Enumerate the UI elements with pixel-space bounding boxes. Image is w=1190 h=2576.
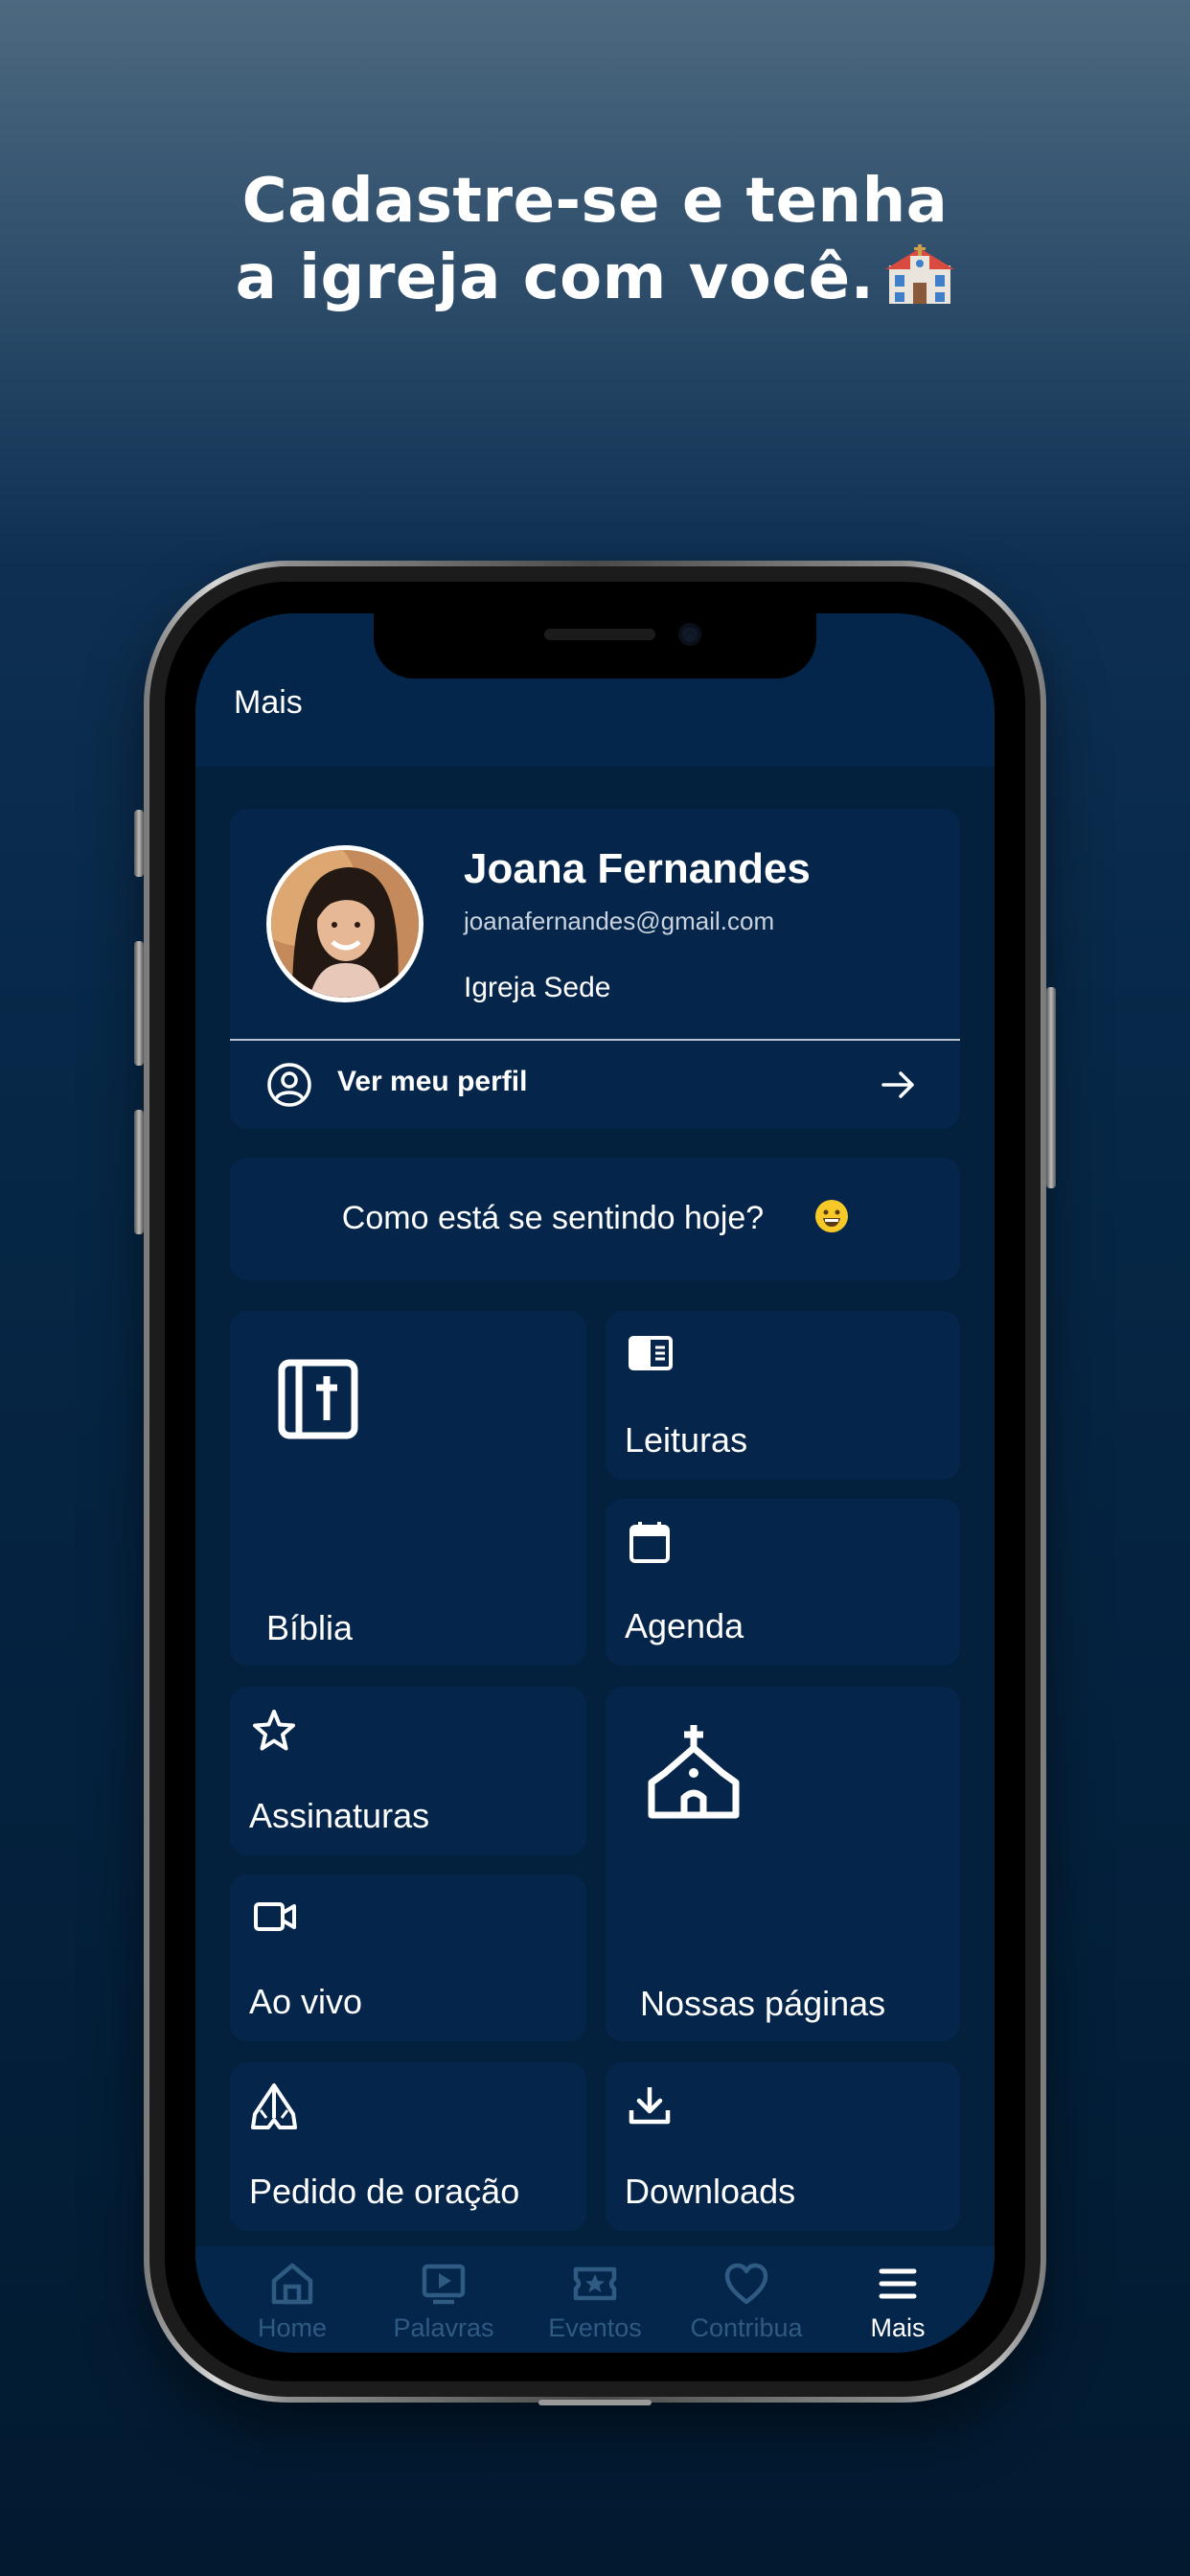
arrow-right-icon	[881, 1071, 914, 1098]
tab-palavras[interactable]: Palavras	[368, 2246, 519, 2353]
tv-play-icon	[422, 2264, 466, 2305]
heart-icon	[724, 2263, 768, 2305]
headline-line-2-wrap: a igreja com você.	[0, 240, 1190, 316]
calendar-icon	[629, 1522, 670, 1563]
phone-volume-down	[134, 1110, 144, 1234]
tab-eventos-label: Eventos	[548, 2313, 642, 2342]
tile-agenda-label: Agenda	[625, 1606, 744, 1645]
view-profile-label: Ver meu perfil	[337, 1066, 528, 1097]
tab-contribua-label: Contribua	[690, 2313, 803, 2342]
book-open-icon	[629, 1336, 673, 1370]
mood-prompt-wrap: Como está se sentindo hoje?	[230, 1200, 960, 1237]
smiley-emoji-icon	[815, 1200, 849, 1233]
home-icon	[271, 2263, 313, 2305]
tab-home[interactable]: Home	[217, 2246, 368, 2353]
view-profile-button[interactable]: Ver meu perfil	[230, 1041, 960, 1129]
avatar-portrait	[271, 850, 419, 998]
phone-volume-up	[134, 941, 144, 1066]
tab-eventos[interactable]: Eventos	[519, 2246, 671, 2353]
marketing-headline: Cadastre-se e tenha a igreja com você.	[0, 163, 1190, 316]
profile-email: joanafernandes@gmail.com	[464, 907, 775, 935]
page-title: Mais	[234, 684, 303, 721]
tile-leituras-label: Leituras	[625, 1420, 748, 1460]
profile-card: Joana Fernandes joanafernandes@gmail.com…	[230, 809, 960, 1129]
download-icon	[629, 2087, 671, 2125]
tile-pedido-oracao[interactable]: Pedido de oração	[230, 2062, 586, 2231]
tab-home-label: Home	[257, 2313, 328, 2342]
tile-ao-vivo-label: Ao vivo	[249, 1982, 363, 2021]
video-camera-icon	[254, 1902, 296, 1931]
tile-biblia-label: Bíblia	[266, 1608, 354, 1647]
tab-palavras-label: Palavras	[393, 2313, 494, 2342]
star-icon	[253, 1710, 295, 1751]
bible-icon	[278, 1359, 358, 1439]
mood-prompt: Como está se sentindo hoje?	[341, 1200, 765, 1236]
home-indicator	[538, 2400, 652, 2405]
profile-name: Joana Fernandes	[464, 845, 811, 892]
tile-downloads[interactable]: Downloads	[606, 2062, 960, 2231]
profile-church: Igreja Sede	[464, 972, 611, 1003]
tile-nossas-paginas-label: Nossas páginas	[640, 1984, 886, 2023]
tile-nossas-paginas[interactable]: Nossas páginas	[606, 1687, 960, 2041]
phone-power-button	[1046, 987, 1056, 1188]
menu-icon	[879, 2268, 917, 2299]
church-icon	[648, 1725, 740, 1819]
headline-line-2: a igreja com você.	[235, 242, 875, 313]
headline-line-1: Cadastre-se e tenha	[241, 166, 949, 237]
tile-ao-vivo[interactable]: Ao vivo	[230, 1874, 586, 2041]
tab-contribua[interactable]: Contribua	[671, 2246, 822, 2353]
avatar[interactable]	[266, 845, 423, 1002]
praying-hands-icon	[251, 2083, 297, 2129]
tile-downloads-label: Downloads	[625, 2172, 796, 2211]
front-camera	[678, 623, 701, 646]
tile-assinaturas[interactable]: Assinaturas	[230, 1687, 586, 1855]
app-screen: Mais Joana Fernandes joanafernandes@gmai…	[195, 613, 995, 2353]
bottom-tab-bar: Home Palavras Eventos Contribua Mais	[195, 2246, 995, 2353]
tile-agenda[interactable]: Agenda	[606, 1499, 960, 1666]
tile-assinaturas-label: Assinaturas	[249, 1796, 430, 1835]
tile-biblia[interactable]: Bíblia	[230, 1311, 586, 1666]
mood-card[interactable]: Como está se sentindo hoje?	[230, 1158, 960, 1280]
tab-mais[interactable]: Mais	[822, 2246, 973, 2353]
tile-pedido-oracao-label: Pedido de oração	[249, 2172, 520, 2211]
phone-notch	[374, 613, 816, 678]
tile-leituras[interactable]: Leituras	[606, 1311, 960, 1480]
church-emoji-icon	[885, 244, 955, 305]
ticket-star-icon	[573, 2266, 617, 2301]
tab-mais-label: Mais	[870, 2313, 926, 2342]
phone-mute-switch	[134, 810, 144, 877]
speaker-grille	[544, 629, 655, 640]
user-circle-icon	[267, 1063, 311, 1107]
